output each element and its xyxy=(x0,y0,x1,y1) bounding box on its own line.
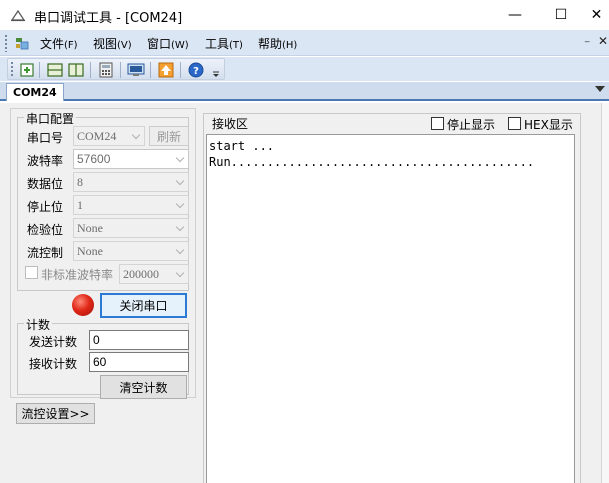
title-bar: 串口调试工具 - [COM24] — ☐ ✕ xyxy=(0,0,609,30)
recv-count-field[interactable]: 60 xyxy=(89,352,189,372)
port-select[interactable]: COM24 xyxy=(73,126,145,146)
send-count-field[interactable]: 0 xyxy=(89,330,189,350)
serial-config-title: 串口配置 xyxy=(24,110,77,127)
menubar-grip[interactable] xyxy=(4,34,8,52)
menu-help-label: 帮助 xyxy=(258,37,283,51)
stop-display-checkbox[interactable] xyxy=(431,117,444,130)
window-title: 串口调试工具 - [COM24] xyxy=(34,11,183,26)
menu-tools[interactable]: 工具(T) xyxy=(205,35,243,52)
parity-select[interactable]: None xyxy=(73,218,189,238)
flow-select[interactable]: None xyxy=(73,241,189,261)
menu-view[interactable]: 视图(V) xyxy=(93,35,132,52)
recv-count-label: 接收计数 xyxy=(29,357,78,371)
minimize-button[interactable]: — xyxy=(492,0,538,30)
toolbar-separator xyxy=(90,62,91,78)
chevron-down-icon xyxy=(175,268,185,278)
flow-value: None xyxy=(77,244,103,258)
stopbits-select[interactable]: 1 xyxy=(73,195,189,215)
databits-label: 数据位 xyxy=(27,177,64,191)
baud-select[interactable]: 57600 xyxy=(73,149,189,169)
parity-value: None xyxy=(77,221,103,235)
counter-title: 计数 xyxy=(24,316,53,333)
close-port-button[interactable]: 关闭串口 xyxy=(100,293,187,318)
terminal-icon[interactable] xyxy=(127,62,145,78)
chevron-down-icon xyxy=(175,222,185,232)
menu-file-label: 文件 xyxy=(40,37,65,51)
nonstd-baud-checkbox[interactable] xyxy=(25,266,38,279)
menu-window-label: 窗口 xyxy=(147,37,172,51)
receive-textarea[interactable]: start ... Run...........................… xyxy=(206,134,575,483)
receive-title: 接收区 xyxy=(212,117,249,131)
document-icon xyxy=(16,38,29,50)
flow-settings-button[interactable]: 流控设置>> xyxy=(16,403,95,424)
minimize-icon: — xyxy=(508,7,522,23)
toolbar-separator xyxy=(150,62,151,78)
baud-value: 57600 xyxy=(77,152,111,166)
chevron-down-icon xyxy=(175,153,185,163)
close-icon: ✕ xyxy=(590,7,603,23)
chevron-down-icon xyxy=(175,245,185,255)
split-horizontal-icon[interactable] xyxy=(46,62,64,78)
right-panel-edge xyxy=(601,103,609,483)
maximize-icon: ☐ xyxy=(554,7,568,23)
stopbits-label: 停止位 xyxy=(27,200,64,214)
tab-list-dropdown-icon[interactable] xyxy=(595,86,605,92)
chevron-down-icon xyxy=(175,199,185,209)
menu-file[interactable]: 文件(F) xyxy=(40,35,78,52)
port-label: 串口号 xyxy=(27,131,64,145)
menu-help[interactable]: 帮助(H) xyxy=(258,35,297,52)
menu-window-accel: (W) xyxy=(171,40,189,51)
flow-label: 流控制 xyxy=(27,246,64,260)
menu-window[interactable]: 窗口(W) xyxy=(147,35,189,52)
toolbar-grip[interactable] xyxy=(10,61,14,77)
chevron-down-icon xyxy=(131,130,141,140)
port-status-led xyxy=(72,294,94,316)
close-button[interactable]: ✕ xyxy=(584,0,609,30)
toolbar: ? xyxy=(0,57,609,81)
send-count-label: 发送计数 xyxy=(29,335,78,349)
toolbar-overflow-icon[interactable] xyxy=(210,62,222,78)
svg-text:?: ? xyxy=(193,66,199,77)
stop-display-label: 停止显示 xyxy=(447,118,496,132)
toolbar-separator xyxy=(180,62,181,78)
toolbar-separator xyxy=(39,62,40,78)
menu-view-label: 视图 xyxy=(93,37,118,51)
menu-view-accel: (V) xyxy=(117,40,132,51)
split-vertical-icon[interactable] xyxy=(67,62,85,78)
nonstd-baud-value: 200000 xyxy=(123,267,159,281)
nonstd-baud-select[interactable]: 200000 xyxy=(119,264,189,284)
toolbar-separator xyxy=(120,62,121,78)
mdi-minimize-button[interactable]: ₋ xyxy=(584,33,590,47)
menu-bar: 文件(F) 视图(V) 窗口(W) 工具(T) 帮助(H) ₋ ✕ xyxy=(0,30,609,56)
port-value: COM24 xyxy=(77,129,117,143)
hex-display-label: HEX显示 xyxy=(524,118,573,132)
databits-value: 8 xyxy=(77,175,83,189)
menu-tools-accel: (T) xyxy=(229,40,243,51)
menu-help-accel: (H) xyxy=(282,40,298,51)
menu-file-accel: (F) xyxy=(64,40,78,51)
document-tab-strip: COM24 xyxy=(0,82,609,101)
refresh-button[interactable]: 刷新 xyxy=(149,126,189,146)
maximize-button[interactable]: ☐ xyxy=(538,0,584,30)
help-icon[interactable]: ? xyxy=(187,62,205,78)
stopbits-value: 1 xyxy=(77,198,83,212)
new-icon[interactable] xyxy=(18,62,36,78)
clear-count-button[interactable]: 清空计数 xyxy=(100,375,187,399)
baud-label: 波特率 xyxy=(27,154,64,168)
main-area: 串口配置 串口号 COM24 刷新 波特率 57600 数据位 8 停止位 1 … xyxy=(0,103,609,483)
menu-tools-label: 工具 xyxy=(205,37,230,51)
calculator-icon[interactable] xyxy=(97,62,115,78)
mdi-close-button[interactable]: ✕ xyxy=(598,34,608,48)
hex-display-checkbox[interactable] xyxy=(508,117,521,130)
left-panel: 串口配置 串口号 COM24 刷新 波特率 57600 数据位 8 停止位 1 … xyxy=(10,108,196,399)
chevron-down-icon xyxy=(175,176,185,186)
upload-icon[interactable] xyxy=(157,62,175,78)
parity-label: 检验位 xyxy=(27,223,64,237)
app-icon xyxy=(10,9,26,22)
tab-com24[interactable]: COM24 xyxy=(6,83,64,101)
databits-select[interactable]: 8 xyxy=(73,172,189,192)
toolbar-strip: ? xyxy=(7,58,225,80)
nonstd-baud-label: 非标准波特率 xyxy=(41,268,114,282)
